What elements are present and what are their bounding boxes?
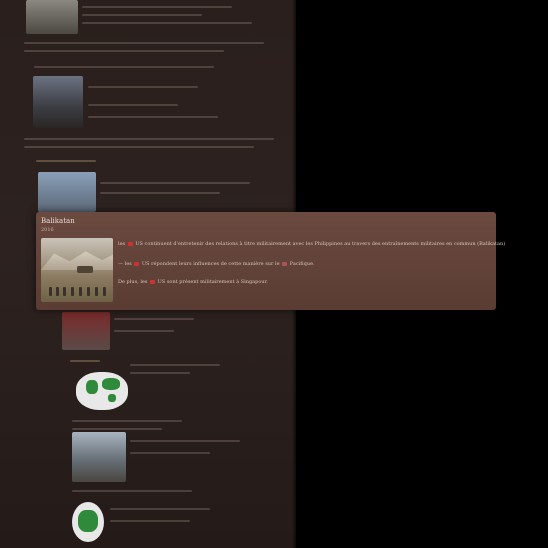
world-map-icon	[76, 372, 128, 410]
us-flag-icon	[134, 261, 140, 266]
popup-line-1: les US continuent d'entretenir des relat…	[118, 241, 506, 247]
article-thumbnail	[62, 312, 110, 350]
military-exercise-photo	[41, 238, 113, 302]
globe-icon	[72, 502, 104, 542]
popup-title: Balikatan	[41, 217, 75, 225]
us-flag-icon	[127, 241, 133, 246]
article-thumbnail	[38, 172, 96, 212]
event-popup-card[interactable]: Balikatan 2016 les US continuent d'entre…	[36, 212, 505, 310]
article-thumbnail	[33, 76, 83, 128]
popup-line-3: De plus, les US sont présent militaireme…	[118, 279, 269, 285]
article-thumbnail	[72, 432, 126, 482]
popup-year: 2016	[41, 227, 54, 233]
us-flag-icon	[150, 279, 156, 284]
popup-line-2: — les US répondent leurs influences de c…	[118, 261, 315, 267]
us-flag-icon	[282, 261, 288, 266]
article-thumbnail	[26, 0, 78, 34]
